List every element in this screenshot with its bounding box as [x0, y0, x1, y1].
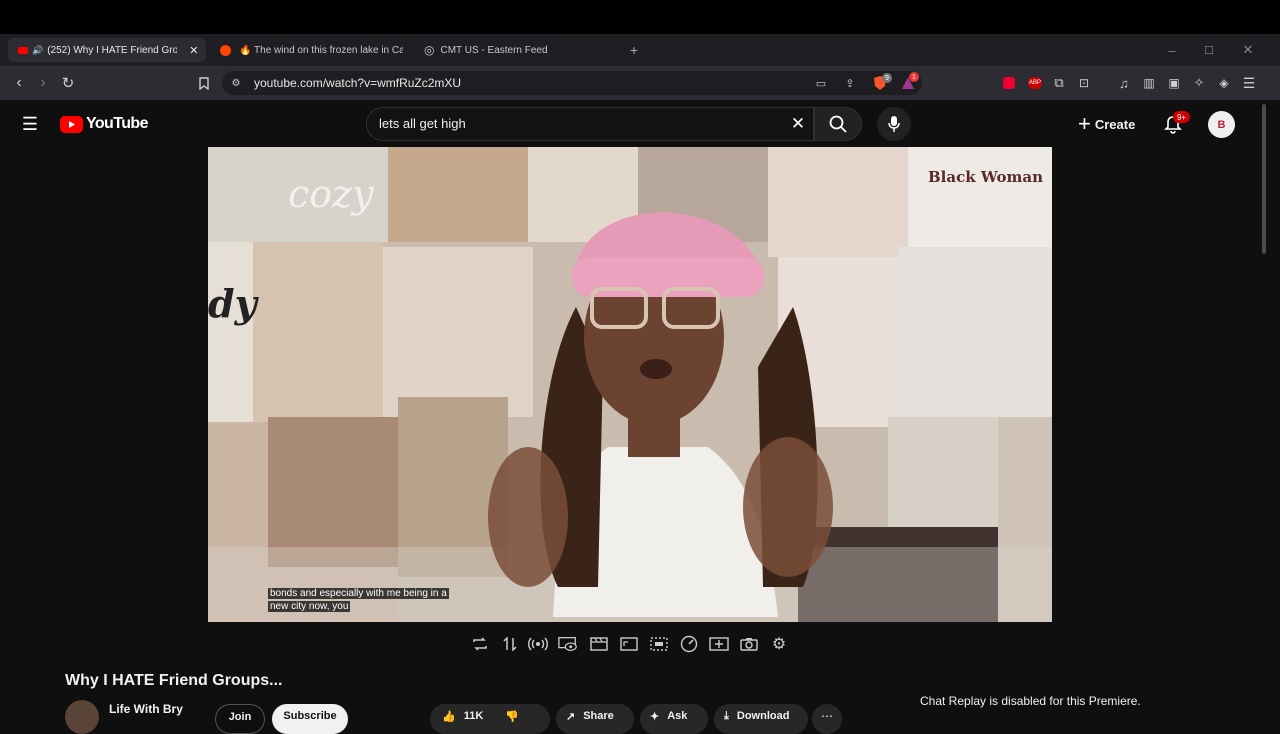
- tab-search-icon[interactable]: ⊡: [1076, 75, 1092, 91]
- crop-dashed-icon[interactable]: [649, 634, 669, 654]
- channel-avatar[interactable]: [65, 700, 99, 734]
- video-caption: bonds and especially with me being in a …: [268, 587, 449, 613]
- page-scrollbar[interactable]: [1262, 104, 1266, 254]
- join-button[interactable]: Join: [215, 704, 265, 734]
- create-button[interactable]: + Create: [1078, 111, 1136, 136]
- reddit-favicon-icon: [220, 44, 231, 56]
- audio-broadcast-icon[interactable]: [528, 634, 548, 654]
- tab-title: (252) Why I HATE Friend Grou: [47, 44, 178, 56]
- ask-label: Ask: [667, 710, 688, 722]
- avatar[interactable]: B: [1208, 111, 1235, 138]
- poster-text-dy: dy: [208, 281, 260, 326]
- like-count: 11K: [463, 710, 484, 722]
- tab-title: CMT US - Eastern Feed: [440, 44, 548, 56]
- sparkle-icon: ✦: [650, 711, 660, 723]
- share-button[interactable]: ↗ Share: [556, 704, 634, 734]
- back-icon[interactable]: ‹: [10, 74, 28, 92]
- tab-title: 🔥 The wind on this frozen lake in Ca: [239, 44, 403, 56]
- thumbs-down-icon[interactable]: 👎: [505, 710, 519, 723]
- more-icon: ⋯: [821, 709, 833, 723]
- caption-line-1: bonds and especially with me being in a: [268, 588, 449, 599]
- new-tab-icon[interactable]: +: [626, 42, 642, 58]
- vpn-icon[interactable]: ◈: [1216, 75, 1232, 91]
- tab-cmt[interactable]: ◎ CMT US - Eastern Feed: [420, 38, 610, 62]
- sidebar-toggle-icon[interactable]: ▥: [1141, 75, 1157, 91]
- download-button[interactable]: ⤓ Download: [714, 704, 808, 734]
- browser-menu-icon[interactable]: ☰: [1241, 75, 1257, 91]
- speed-gauge-icon[interactable]: [679, 634, 699, 654]
- forward-icon[interactable]: ›: [34, 74, 52, 92]
- sort-arrows-icon[interactable]: [500, 634, 520, 654]
- speaker-icon: 🔊: [32, 44, 44, 55]
- bookmark-icon[interactable]: [195, 74, 213, 92]
- adblock-plus-icon[interactable]: ABP: [1028, 77, 1042, 89]
- leo-ai-icon[interactable]: ✧: [1191, 75, 1207, 91]
- hamburger-menu-icon[interactable]: ☰: [20, 114, 40, 134]
- subscribe-label: Subscribe: [283, 710, 337, 722]
- clear-search-icon[interactable]: ✕: [788, 114, 808, 134]
- share-label: Share: [583, 710, 614, 722]
- chat-replay-notice: Chat Replay is disabled for this Premier…: [920, 694, 1141, 708]
- film-clip-icon[interactable]: [589, 634, 609, 654]
- wallet-icon[interactable]: ▣: [1166, 75, 1182, 91]
- extension-red-icon[interactable]: [1003, 77, 1015, 89]
- search-icon: [828, 114, 848, 134]
- more-actions-button[interactable]: ⋯: [812, 704, 842, 734]
- globe-icon: ◎: [424, 43, 435, 57]
- loop-icon[interactable]: [470, 634, 490, 654]
- join-label: Join: [228, 711, 252, 723]
- media-music-icon[interactable]: ♫: [1116, 75, 1132, 91]
- channel-name[interactable]: Life With Bry: [109, 702, 183, 716]
- screen-top-band: [0, 0, 1280, 34]
- add-box-icon[interactable]: [709, 634, 729, 654]
- youtube-favicon-icon: [18, 46, 28, 54]
- close-tab-icon[interactable]: ✕: [189, 44, 198, 57]
- microphone-icon: [888, 116, 900, 132]
- youtube-logo[interactable]: YouTube: [60, 115, 148, 133]
- poster-text-black-woman: Black Woman: [928, 168, 1043, 186]
- screen-eye-icon[interactable]: [558, 634, 578, 654]
- voice-search-button[interactable]: [877, 107, 911, 141]
- download-icon: ⤓: [724, 710, 729, 722]
- maximize-icon[interactable]: ☐: [1201, 42, 1217, 58]
- poster-text-cozy: cozy: [288, 172, 374, 216]
- shield-count-badge: 9: [882, 73, 892, 83]
- video-player[interactable]: cozy Black Woman dy: [208, 147, 1052, 622]
- subscribe-button[interactable]: Subscribe: [272, 704, 348, 734]
- like-button[interactable]: 👍 11K 👎: [430, 704, 550, 734]
- url-text[interactable]: youtube.com/watch?v=wmfRuZc2mXU: [254, 76, 461, 90]
- thumbs-up-icon: 👍: [442, 711, 456, 723]
- video-title: Why I HATE Friend Groups...: [65, 672, 283, 689]
- minimize-icon[interactable]: –: [1164, 42, 1180, 58]
- tab-youtube[interactable]: 🔊 (252) Why I HATE Friend Grou ✕: [8, 38, 206, 62]
- share-icon: ↗: [566, 711, 576, 723]
- close-window-icon[interactable]: ✕: [1240, 42, 1256, 58]
- notification-count-badge: 9+: [1173, 111, 1190, 123]
- search-input[interactable]: lets all get high: [379, 116, 466, 131]
- aspect-ratio-icon[interactable]: [619, 634, 639, 654]
- site-settings-icon[interactable]: ⚙: [228, 76, 244, 90]
- caption-line-2: new city now, you: [268, 601, 351, 612]
- create-label: Create: [1094, 116, 1136, 132]
- download-label: Download: [736, 710, 790, 722]
- install-app-icon[interactable]: ▭: [812, 75, 830, 91]
- share-page-icon[interactable]: ⇪: [841, 75, 859, 91]
- screenshot-camera-icon[interactable]: [739, 634, 759, 654]
- video-frame-image: cozy Black Woman dy: [208, 147, 1052, 622]
- rewards-badge: 1: [909, 72, 919, 82]
- settings-gear-icon[interactable]: ⚙: [769, 634, 789, 654]
- plus-icon: +: [1078, 111, 1091, 136]
- youtube-play-icon: [60, 115, 83, 133]
- tab-reddit[interactable]: 🔥 The wind on this frozen lake in Ca: [216, 38, 406, 62]
- reload-icon[interactable]: ↻: [59, 74, 77, 92]
- youtube-logo-text: YouTube: [86, 115, 148, 132]
- puzzle-extensions-icon[interactable]: ⧉: [1051, 75, 1067, 91]
- ask-button[interactable]: ✦ Ask: [640, 704, 708, 734]
